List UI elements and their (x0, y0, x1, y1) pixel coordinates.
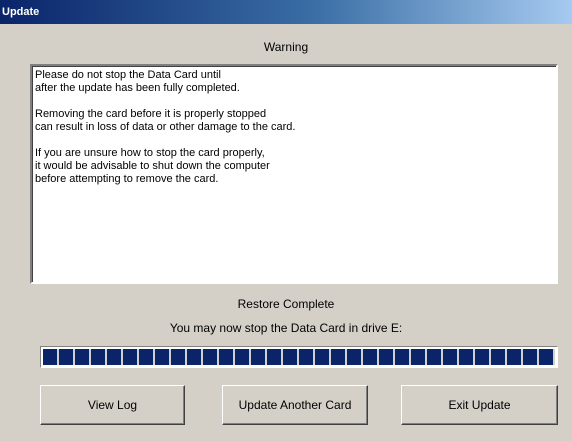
warning-message-box: Please do not stop the Data Card until a… (30, 64, 558, 284)
warning-line: If you are unsure how to stop the card p… (35, 147, 265, 159)
title-bar: Update (0, 0, 572, 24)
warning-line: Removing the card before it is properly … (35, 108, 267, 120)
status-title: Restore Complete (237, 297, 335, 311)
progress-track (43, 349, 555, 365)
warning-paragraph-2: Removing the card before it is properly … (35, 108, 553, 134)
status-message: You may now stop the Data Card in drive … (169, 321, 403, 335)
update-another-card-button[interactable]: Update Another Card (222, 385, 368, 425)
warning-line: can result in loss of data or other dama… (35, 121, 296, 133)
warning-line: before attempting to remove the card. (35, 173, 219, 185)
warning-heading: Warning (263, 40, 309, 54)
warning-line: Please do not stop the Data Card until (35, 69, 221, 81)
warning-paragraph-3: If you are unsure how to stop the card p… (35, 147, 553, 186)
warning-paragraph-1: Please do not stop the Data Card until a… (35, 69, 553, 95)
view-log-button[interactable]: View Log (40, 385, 185, 425)
exit-update-button[interactable]: Exit Update (401, 385, 558, 425)
progress-bar (40, 346, 558, 368)
warning-line: after the update has been fully complete… (35, 82, 240, 94)
progress-fill (43, 349, 555, 365)
warning-line: it would be advisable to shut down the c… (35, 160, 270, 172)
window-title: Update (2, 6, 40, 18)
